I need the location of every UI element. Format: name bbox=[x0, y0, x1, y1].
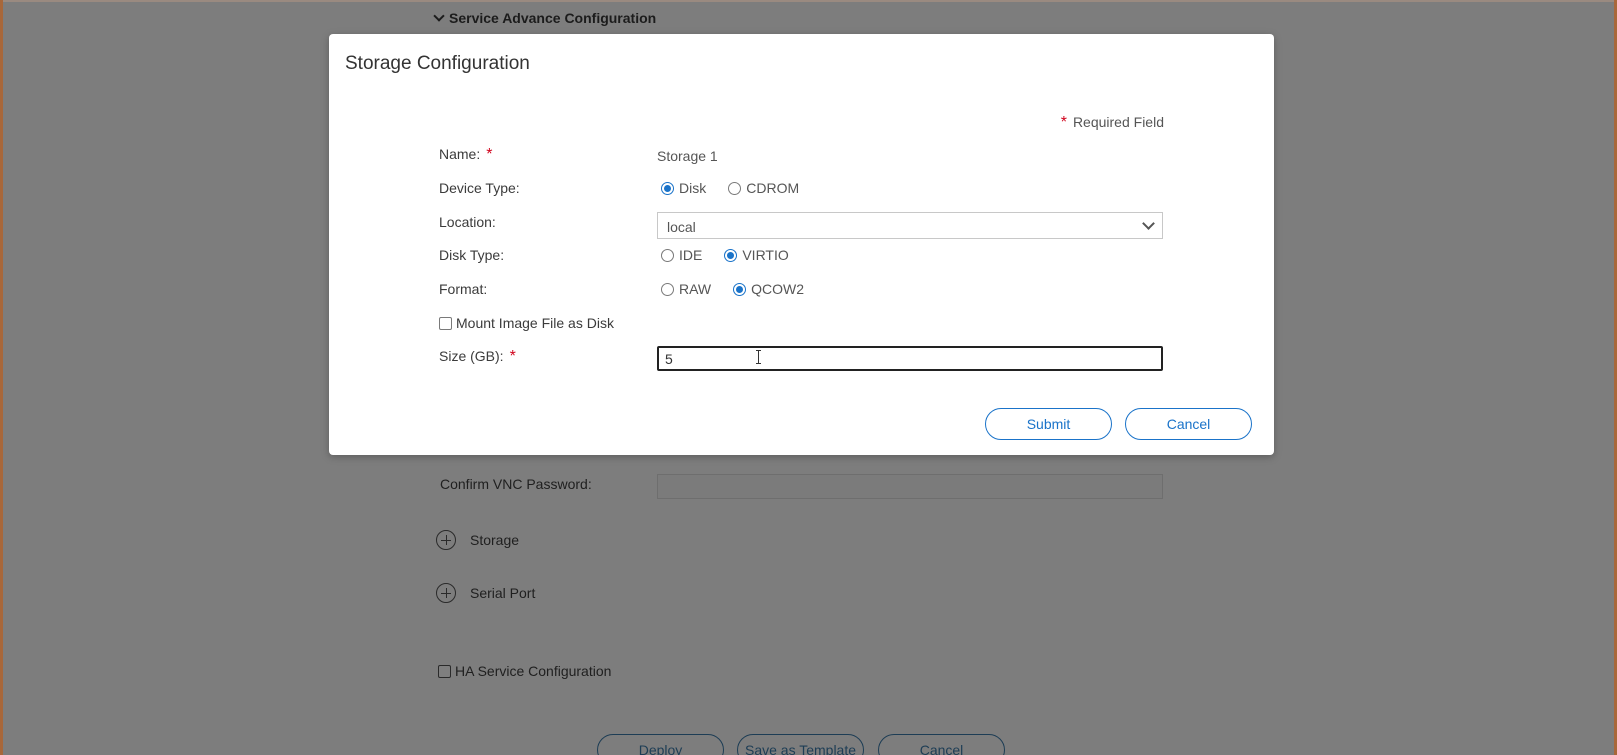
name-value: Storage 1 bbox=[657, 148, 718, 164]
format-raw-option[interactable]: RAW bbox=[661, 281, 711, 297]
radio-unchecked-icon[interactable] bbox=[661, 248, 674, 262]
checkbox-icon bbox=[438, 664, 451, 678]
disk-type-label: Disk Type: bbox=[439, 247, 504, 263]
format-qcow2-option[interactable]: QCOW2 bbox=[733, 281, 804, 297]
mount-image-checkbox[interactable]: Mount Image File as Disk bbox=[439, 315, 614, 331]
disk-type-virtio-option[interactable]: VIRTIO bbox=[724, 247, 789, 263]
disk-type-ide-option[interactable]: IDE bbox=[661, 247, 702, 263]
storage-expander[interactable]: Storage bbox=[436, 530, 519, 550]
submit-button[interactable]: Submit bbox=[985, 408, 1112, 440]
storage-label: Storage bbox=[470, 532, 520, 548]
raw-option-label: RAW bbox=[679, 281, 712, 297]
required-field-note: * Required Field bbox=[1061, 114, 1164, 132]
name-label: Name: bbox=[439, 146, 481, 162]
section-title: Service Advance Configuration bbox=[449, 10, 657, 26]
disk-type-radio-group: IDE VIRTIO bbox=[661, 247, 811, 263]
format-label-text: Format: bbox=[439, 281, 488, 297]
radio-unchecked-icon[interactable] bbox=[728, 181, 742, 195]
device-type-cdrom-option[interactable]: CDROM bbox=[728, 180, 799, 196]
device-type-disk-option[interactable]: Disk bbox=[661, 180, 706, 196]
ide-option-label: IDE bbox=[679, 247, 703, 263]
required-asterisk: * bbox=[1060, 114, 1067, 131]
location-label-text: Location: bbox=[439, 214, 496, 230]
background-cancel-button[interactable]: Cancel bbox=[878, 734, 1005, 755]
size-label: Size (GB): bbox=[439, 348, 504, 364]
location-label: Location: bbox=[439, 214, 496, 230]
required-note-text: Required Field bbox=[1072, 114, 1164, 130]
serial-port-expander[interactable]: Serial Port bbox=[436, 583, 535, 603]
location-select[interactable]: local bbox=[657, 212, 1163, 239]
qcow2-option-label: QCOW2 bbox=[751, 281, 805, 297]
chevron-down-icon bbox=[1142, 217, 1155, 230]
text-cursor-icon bbox=[755, 350, 763, 364]
cdrom-option-label: CDROM bbox=[746, 180, 800, 196]
virtio-option-label: VIRTIO bbox=[742, 247, 789, 263]
device-type-label: Device Type: bbox=[439, 180, 520, 196]
size-label-row: Size (GB): * bbox=[439, 348, 516, 366]
format-label: Format: bbox=[439, 281, 487, 297]
deploy-button[interactable]: Deploy bbox=[597, 734, 724, 755]
mount-image-label: Mount Image File as Disk bbox=[456, 315, 614, 331]
name-label-row: Name: * bbox=[439, 146, 492, 164]
ha-service-checkbox[interactable]: HA Service Configuration bbox=[438, 663, 611, 679]
required-asterisk: * bbox=[486, 146, 493, 163]
radio-checked-icon[interactable] bbox=[724, 248, 738, 262]
format-radio-group: RAW QCOW2 bbox=[661, 281, 826, 297]
ha-service-label: HA Service Configuration bbox=[455, 663, 612, 679]
service-advance-config-header[interactable]: Service Advance Configuration bbox=[433, 10, 657, 26]
required-asterisk: * bbox=[509, 348, 516, 365]
confirm-vnc-label: Confirm VNC Password: bbox=[440, 476, 592, 492]
radio-checked-icon[interactable] bbox=[661, 181, 674, 195]
serial-port-label: Serial Port bbox=[470, 585, 536, 601]
size-input[interactable] bbox=[657, 346, 1163, 371]
dialog-title: Storage Configuration bbox=[345, 53, 530, 74]
device-type-radio-group: Disk CDROM bbox=[661, 180, 821, 196]
disk-type-label-text: Disk Type: bbox=[439, 247, 505, 263]
save-as-template-button[interactable]: Save as Template bbox=[737, 734, 864, 755]
storage-configuration-dialog: Storage Configuration * Required Field N… bbox=[329, 34, 1274, 455]
cancel-button[interactable]: Cancel bbox=[1125, 408, 1252, 440]
confirm-vnc-input[interactable] bbox=[657, 474, 1163, 499]
radio-unchecked-icon[interactable] bbox=[661, 282, 674, 296]
device-type-label-text: Device Type: bbox=[439, 180, 520, 196]
location-selected-value: local bbox=[667, 219, 696, 235]
checkbox-icon[interactable] bbox=[439, 316, 452, 330]
radio-checked-icon[interactable] bbox=[733, 282, 747, 296]
plus-circle-icon bbox=[436, 583, 456, 603]
disk-option-label: Disk bbox=[679, 180, 707, 196]
chevron-down-icon bbox=[433, 10, 445, 22]
plus-circle-icon bbox=[436, 530, 456, 550]
